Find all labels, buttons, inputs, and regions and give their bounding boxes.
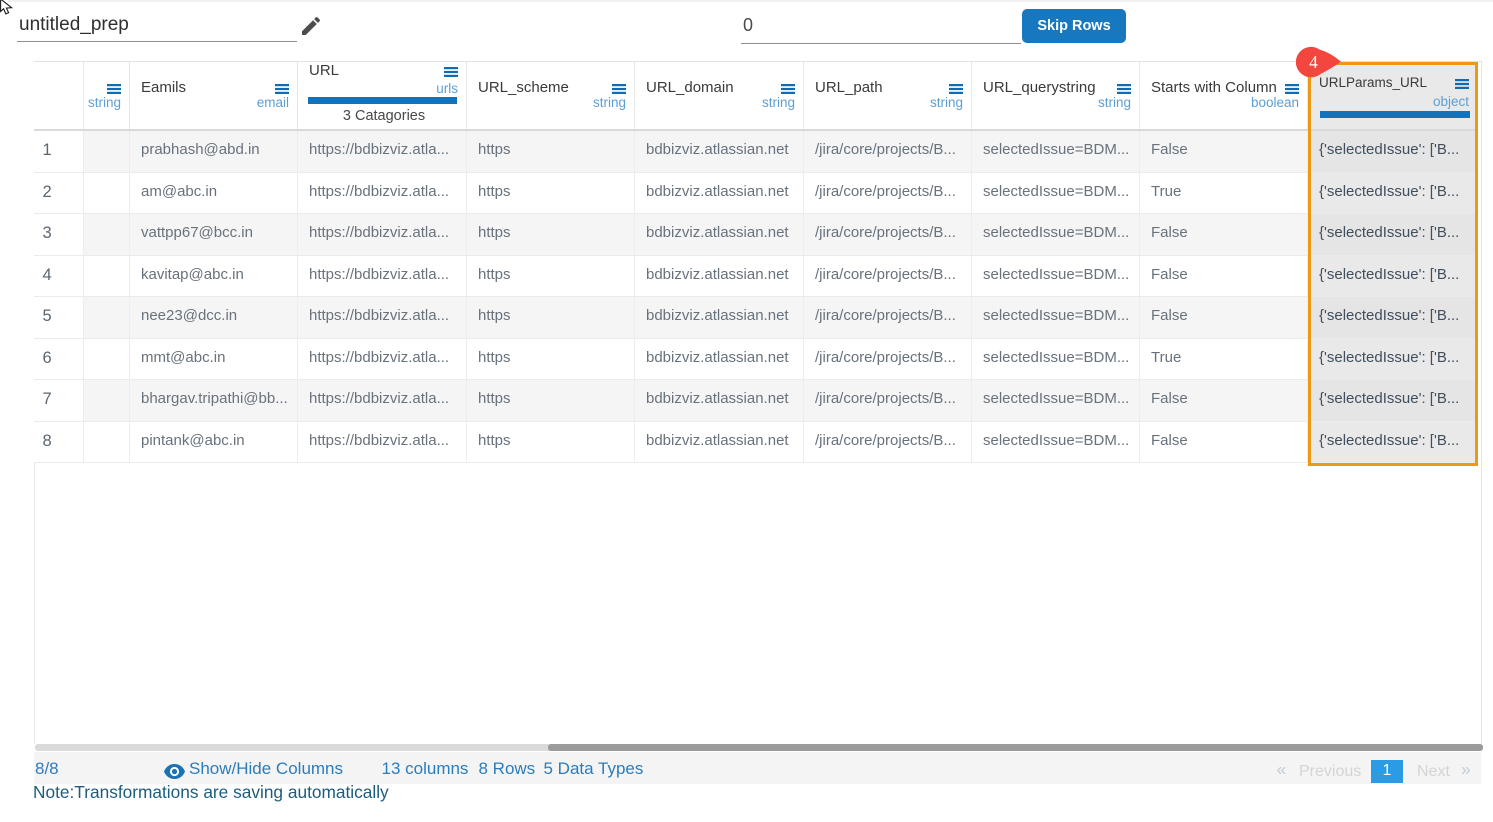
svg-text:4: 4 [1309, 52, 1318, 72]
